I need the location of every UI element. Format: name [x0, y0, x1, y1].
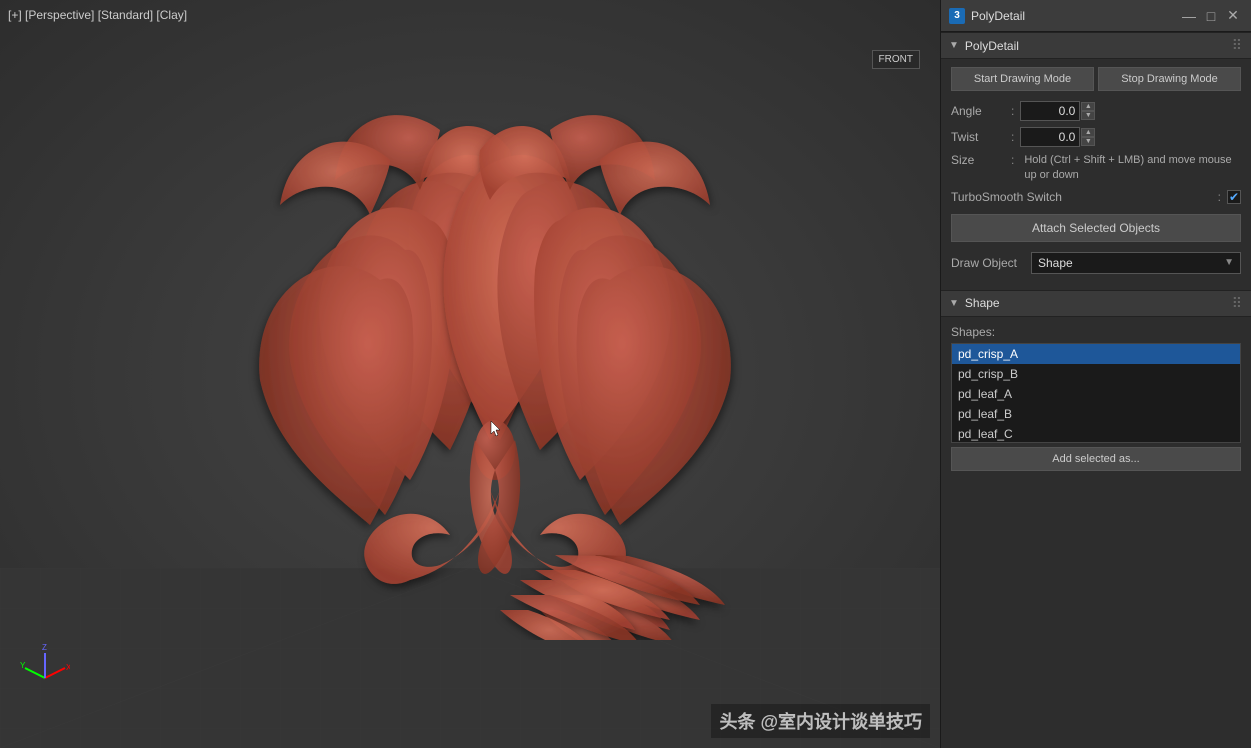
draw-object-label: Draw Object [951, 256, 1031, 270]
dropdown-arrow-icon: ▼ [1224, 257, 1234, 268]
3d-viewport[interactable]: [+] [Perspective] [Standard] [Clay] FRON… [0, 0, 940, 748]
angle-colon: : [1011, 104, 1014, 118]
turbosmooth-checkbox[interactable]: ✔ [1227, 190, 1241, 204]
size-label: Size [951, 153, 1011, 167]
stop-drawing-button[interactable]: Stop Drawing Mode [1098, 67, 1241, 91]
size-row: Size : Hold (Ctrl + Shift + LMB) and mov… [951, 153, 1241, 184]
maximize-button[interactable]: □ [1201, 6, 1221, 26]
section-grip: ⠿ [1232, 37, 1243, 54]
angle-row: Angle : ▲ ▼ [951, 101, 1241, 121]
shape-section-arrow: ▼ [949, 298, 959, 309]
twist-row: Twist : ▲ ▼ [951, 127, 1241, 147]
drawing-mode-row: Start Drawing Mode Stop Drawing Mode [951, 67, 1241, 91]
shape-list-item[interactable]: pd_crisp_B [952, 364, 1240, 384]
viewport-label: [+] [Perspective] [Standard] [Clay] [8, 8, 187, 22]
front-label: FRONT [872, 50, 920, 69]
shape-section-content: Shapes: pd_crisp_Apd_crisp_Bpd_leaf_Apd_… [941, 317, 1251, 479]
watermark: 头条 @室内设计谈单技巧 [711, 704, 930, 738]
minimize-button[interactable]: — [1179, 6, 1199, 26]
angle-value-row: ▲ ▼ [1020, 101, 1241, 121]
shape-list-item[interactable]: pd_leaf_C [952, 424, 1240, 443]
polydetail-section-header[interactable]: ▼ PolyDetail ⠿ [941, 32, 1251, 59]
shape-section-header[interactable]: ▼ Shape ⠿ [941, 290, 1251, 317]
turbosmooth-checkmark: ✔ [1229, 190, 1239, 204]
draw-object-value: Shape [1038, 256, 1073, 270]
shapes-listbox[interactable]: pd_crisp_Apd_crisp_Bpd_leaf_Apd_leaf_Bpd… [951, 343, 1241, 443]
cursor [490, 420, 500, 430]
size-colon: : [1011, 153, 1014, 167]
panel-title: PolyDetail [971, 9, 1177, 23]
twist-increment-button[interactable]: ▲ [1081, 128, 1095, 137]
section-arrow: ▼ [949, 40, 959, 51]
shape-list-item[interactable]: pd_leaf_B [952, 404, 1240, 424]
turbosmooth-colon: : [1218, 190, 1221, 204]
draw-object-row: Draw Object Shape ▼ [951, 252, 1241, 274]
shape-list-item[interactable]: pd_leaf_A [952, 384, 1240, 404]
turbosmooth-label: TurboSmooth Switch [951, 190, 1218, 204]
3d-ornament [120, 60, 870, 640]
polydetail-section-content: Start Drawing Mode Stop Drawing Mode Ang… [941, 59, 1251, 290]
angle-spinner: ▲ ▼ [1081, 102, 1095, 120]
angle-increment-button[interactable]: ▲ [1081, 102, 1095, 111]
panel-icon: 3 [949, 8, 965, 24]
axis-indicator: X Y Z [20, 638, 70, 688]
twist-spinner: ▲ ▼ [1081, 128, 1095, 146]
shape-section-label: Shape [965, 296, 1000, 310]
shape-section-grip: ⠿ [1232, 295, 1243, 312]
shapes-label: Shapes: [951, 325, 1241, 339]
panel-titlebar: 3 PolyDetail — □ ✕ [941, 0, 1251, 32]
twist-value-row: ▲ ▼ [1020, 127, 1241, 147]
angle-label: Angle [951, 104, 1011, 118]
polydetail-section-label: PolyDetail [965, 39, 1019, 53]
size-description: Hold (Ctrl + Shift + LMB) and move mouse… [1020, 153, 1241, 184]
draw-object-dropdown[interactable]: Shape ▼ [1031, 252, 1241, 274]
start-drawing-button[interactable]: Start Drawing Mode [951, 67, 1094, 91]
twist-input[interactable] [1020, 127, 1080, 147]
attach-selected-objects-button[interactable]: Attach Selected Objects [951, 214, 1241, 242]
twist-colon: : [1011, 130, 1014, 144]
twist-label: Twist [951, 130, 1011, 144]
close-button[interactable]: ✕ [1223, 6, 1243, 26]
angle-input[interactable] [1020, 101, 1080, 121]
turbosmooth-row: TurboSmooth Switch : ✔ [951, 190, 1241, 204]
svg-text:X: X [66, 663, 70, 672]
svg-text:Y: Y [20, 661, 26, 670]
shape-list-item[interactable]: pd_crisp_A [952, 344, 1240, 364]
add-selected-button[interactable]: Add selected as... [951, 447, 1241, 471]
twist-decrement-button[interactable]: ▼ [1081, 137, 1095, 146]
polydetail-panel: 3 PolyDetail — □ ✕ ▼ PolyDetail ⠿ Start … [940, 0, 1251, 748]
svg-text:Z: Z [42, 643, 47, 652]
angle-decrement-button[interactable]: ▼ [1081, 111, 1095, 120]
